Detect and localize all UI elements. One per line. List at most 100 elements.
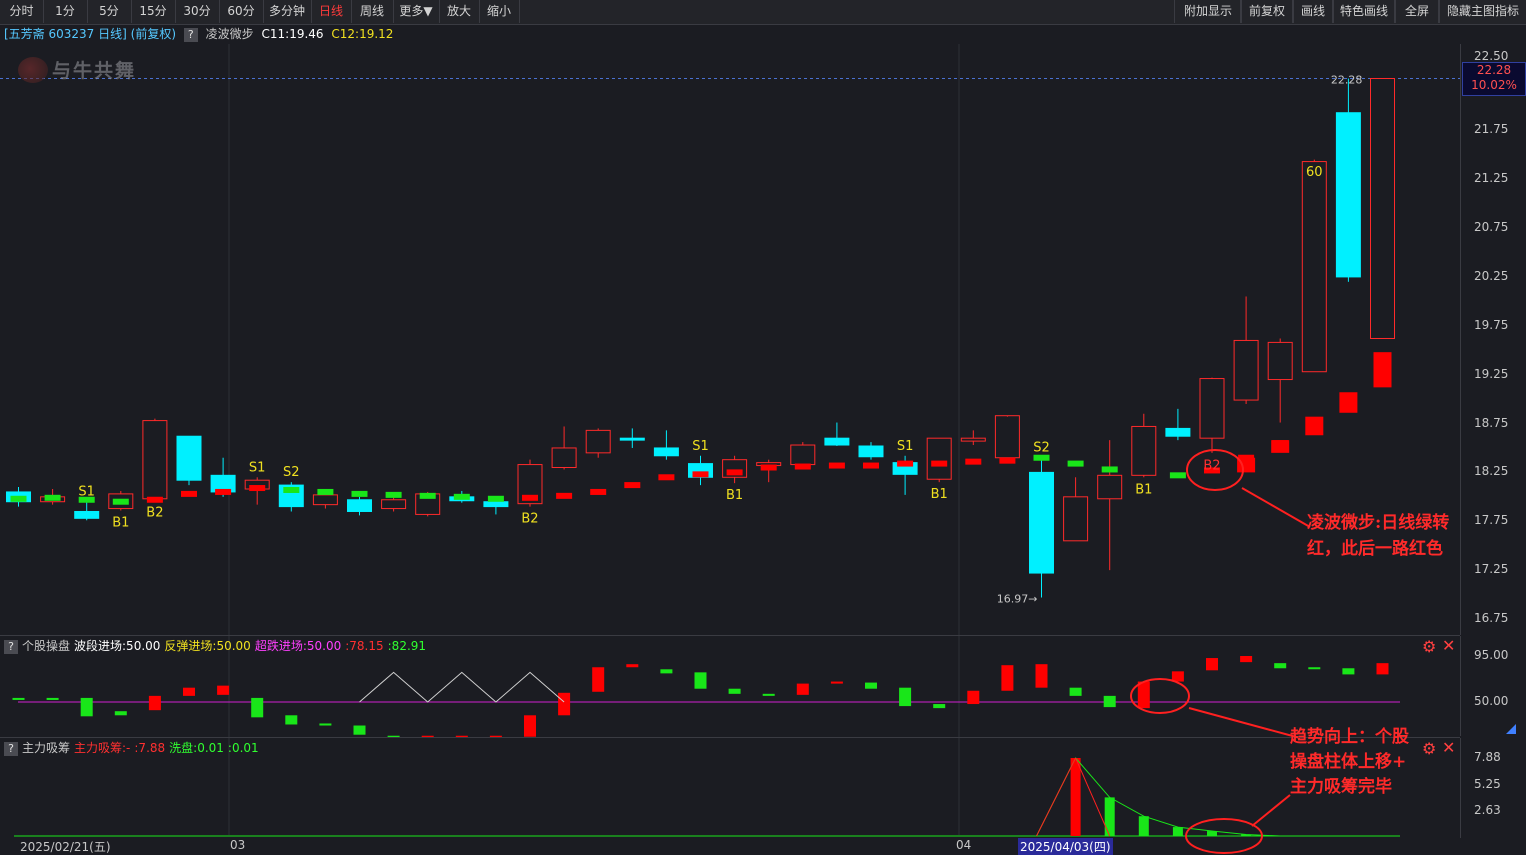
- signal-label-12: B2: [1203, 458, 1220, 473]
- ind2-bar-2: [1138, 816, 1149, 836]
- candle-body-16: [551, 447, 577, 469]
- signal-bar-20: [692, 471, 709, 478]
- candle-body-25: [858, 445, 884, 458]
- ind2-line: [1036, 757, 1281, 837]
- candle-body-38: [1301, 161, 1327, 373]
- ind2-absorb-val: :7.88: [134, 741, 166, 755]
- signal-bar-39: [1374, 358, 1391, 365]
- annotation-pointer-ind1: [1188, 707, 1301, 739]
- tool-button-0[interactable]: 附加显示: [1174, 0, 1242, 23]
- ind1-zigzag: [359, 671, 565, 703]
- period-button-3[interactable]: 15分: [131, 0, 176, 23]
- candle-body-33: [1131, 425, 1157, 476]
- signal-label-9: B1: [931, 487, 948, 502]
- signal-bar-14: [487, 495, 504, 502]
- ind1-bar-29: [1001, 665, 1014, 691]
- candle-body-36: [1233, 339, 1259, 401]
- period-button-0[interactable]: 分时: [0, 0, 44, 23]
- tool-button-4[interactable]: 全屏: [1394, 0, 1440, 23]
- tool-button-1[interactable]: 前复权: [1240, 0, 1294, 23]
- ind1-close-icon[interactable]: ✕: [1442, 636, 1455, 655]
- signal-bar-2: [78, 496, 95, 503]
- tool-button-2[interactable]: 画线: [1292, 0, 1334, 23]
- date-start: 2025/02/21(五): [20, 840, 111, 854]
- ind1-bar-0: [12, 697, 25, 700]
- signal-block-1: [1271, 440, 1290, 453]
- ind1-bar-23: [796, 683, 809, 695]
- period-button-1[interactable]: 1分: [43, 0, 88, 23]
- period-button-5[interactable]: 60分: [219, 0, 264, 23]
- logo-icon: [18, 56, 48, 83]
- ind1-bar-8: [285, 715, 298, 725]
- ind1-bar-1: [46, 697, 59, 700]
- ind1-bar-35: [1206, 658, 1218, 671]
- tool-button-5[interactable]: 隐藏主图指标: [1438, 0, 1526, 23]
- price-tick-2: 21.25: [1474, 171, 1509, 186]
- ind1-bar-39: [1342, 668, 1355, 675]
- period-button-4[interactable]: 30分: [175, 0, 220, 23]
- signal-bar-34: [1204, 467, 1220, 474]
- ind2-settings-icon[interactable]: ⚙: [1422, 739, 1436, 758]
- ind1-bar-31: [1069, 687, 1082, 696]
- period-button-2[interactable]: 5分: [87, 0, 132, 23]
- period-button-8[interactable]: 周线: [351, 0, 394, 23]
- period-toolbar: 分时 1分 5分 15分 30分 60分 多分钟 日线 周线 更多▼ 放大 缩小 附加显示 前复权 画线 特色…: [0, 0, 1526, 25]
- signal-bar-3: [112, 498, 129, 505]
- signal-bar-25: [863, 462, 879, 469]
- price-tick-9: 17.75: [1474, 513, 1509, 528]
- ind1-bar-38: [1308, 667, 1321, 670]
- watermark-text: 与牛共舞: [52, 60, 137, 82]
- signal-bar-31: [1067, 460, 1084, 467]
- candle-body-10: [347, 499, 372, 512]
- candle-body-40: [1370, 78, 1395, 339]
- signal-bar-12: [419, 492, 436, 499]
- candle-body-9: [312, 494, 338, 506]
- indicator-help-button[interactable]: ?: [183, 28, 198, 42]
- ind1-bar-4: [148, 695, 161, 711]
- period-button-11[interactable]: 缩小: [479, 0, 520, 23]
- ind1-v1: :78.15: [345, 639, 384, 653]
- date-april: 04: [956, 838, 972, 852]
- period-button-9[interactable]: 更多▼: [393, 0, 440, 23]
- ind1-bar-5: [183, 687, 195, 696]
- annotation-trend-line3: 主力吸筹完毕: [1290, 777, 1392, 797]
- ind2-help-button[interactable]: ?: [4, 742, 18, 756]
- price-tick-8: 18.25: [1474, 464, 1509, 479]
- annotation-pointer-ind2: [1251, 794, 1291, 827]
- c12-value: C12:19.12: [331, 27, 394, 41]
- candle-body-11: [381, 499, 407, 510]
- candle-body-17: [585, 429, 611, 454]
- signal-block-4: [1373, 352, 1392, 388]
- price-tick-11: 16.75: [1474, 611, 1509, 625]
- signal-bar-27: [931, 460, 948, 467]
- candle-body-37: [1267, 341, 1293, 381]
- candle-body-28: [960, 437, 986, 442]
- period-button-7[interactable]: 日线: [311, 0, 352, 23]
- price-tick-4: 20.25: [1474, 268, 1509, 283]
- period-button-6[interactable]: 多分钟: [263, 0, 312, 23]
- signal-bar-32: [1101, 466, 1118, 473]
- ind1-bar-2: [80, 697, 93, 717]
- ind1-bar-18: [626, 664, 639, 668]
- signal-bar-6: [215, 488, 232, 495]
- ind1-bar-19: [660, 669, 673, 674]
- last-price: 22.28: [1476, 63, 1512, 77]
- period-button-10[interactable]: 放大: [439, 0, 480, 23]
- ind1-settings-icon[interactable]: ⚙: [1422, 637, 1436, 656]
- signal-bar-17: [590, 488, 607, 495]
- candle-body-19: [653, 447, 679, 457]
- annotation-lingbo-line2: 红，此后一路红色: [1307, 539, 1443, 559]
- ind1-help-button[interactable]: ?: [4, 640, 18, 654]
- annotation-trend-line2: 操盘柱体上移+: [1290, 752, 1407, 772]
- signal-bar-4: [146, 496, 163, 503]
- signal-label-3: S1: [249, 460, 266, 475]
- candle-body-20: [688, 463, 713, 478]
- ind1-bar-3: [114, 711, 127, 716]
- tool-button-3[interactable]: 特色画线: [1332, 0, 1396, 23]
- candle-body-26: [892, 462, 918, 475]
- ind2-close-icon[interactable]: ✕: [1442, 738, 1455, 757]
- high-price-label: 22.28: [1331, 74, 1363, 87]
- signal-bar-38: [1340, 396, 1357, 403]
- ind2-bar-1: [1104, 797, 1115, 836]
- ind1-bar-20: [694, 672, 707, 689]
